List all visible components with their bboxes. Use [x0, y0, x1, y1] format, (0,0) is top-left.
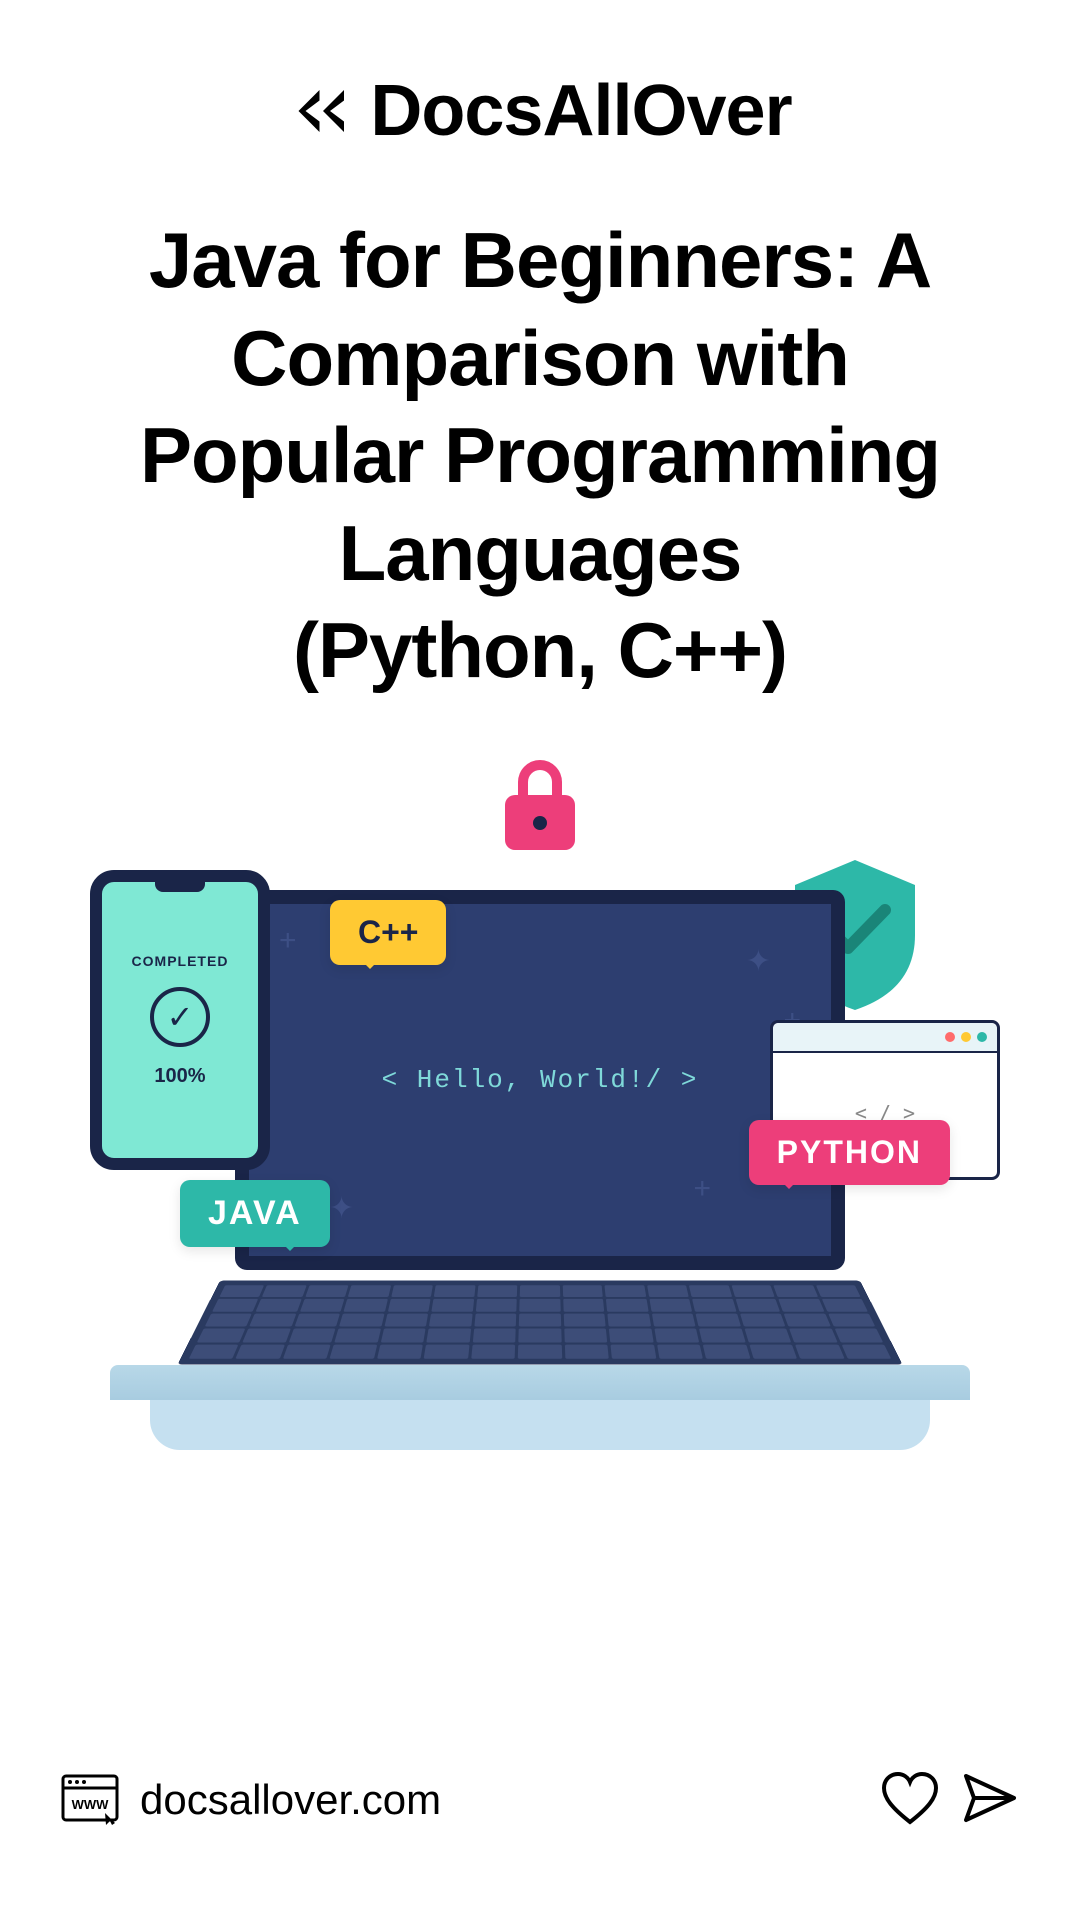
laptop-base	[150, 1390, 930, 1450]
brand-name: DocsAllOver	[370, 70, 791, 152]
phone-percent: 100%	[154, 1065, 205, 1088]
title-line: Comparison with	[60, 310, 1020, 408]
title-line: Java for Beginners: A	[60, 212, 1020, 310]
brand-logo-icon	[288, 76, 358, 146]
send-icon[interactable]	[960, 1770, 1020, 1830]
title-line: (Python, C++)	[60, 602, 1020, 700]
svg-text:WWW: WWW	[72, 1797, 110, 1812]
checkmark-icon: ✓	[150, 987, 210, 1047]
hero-illustration: + ✦ ✦ + + < Hello, World!/ > COMPLETED ✓…	[100, 750, 980, 1450]
title-line: Popular Programming	[60, 407, 1020, 505]
footer-left: WWW docsallover.com	[60, 1773, 441, 1828]
title-line: Languages	[60, 505, 1020, 603]
header: DocsAllOver	[0, 0, 1080, 152]
badge-python: PYTHON	[749, 1120, 950, 1185]
screen-code-text: < Hello, World!/ >	[382, 1065, 699, 1095]
badge-cpp: C++	[330, 900, 446, 965]
laptop-keyboard	[177, 1281, 902, 1365]
www-icon: WWW	[60, 1773, 120, 1828]
lock-icon	[505, 760, 575, 850]
badge-java: JAVA	[180, 1180, 330, 1247]
heart-icon[interactable]	[880, 1770, 940, 1830]
phone-device: COMPLETED ✓ 100%	[90, 870, 270, 1170]
website-url: docsallover.com	[140, 1776, 441, 1824]
footer: WWW docsallover.com	[0, 1770, 1080, 1830]
page-title: Java for Beginners: A Comparison with Po…	[0, 152, 1080, 700]
footer-actions	[880, 1770, 1020, 1830]
phone-completed-label: COMPLETED	[132, 953, 229, 969]
